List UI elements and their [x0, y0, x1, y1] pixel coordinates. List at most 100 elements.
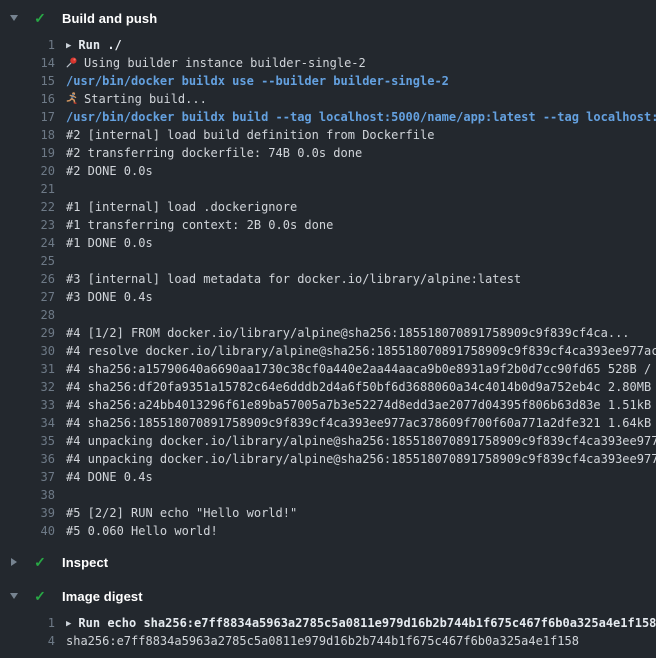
- line-text: #2 DONE 0.0s: [66, 164, 153, 178]
- log-line: 20 #2 DONE 0.0s: [0, 162, 656, 180]
- line-number[interactable]: 31: [0, 360, 55, 378]
- line-text: Run ./: [78, 38, 121, 52]
- line-number[interactable]: 23: [0, 216, 55, 234]
- line-text: Using builder instance builder-single-2: [84, 56, 366, 70]
- line-text-container: #4 sha256:185518070891758909c9f839cf4ca3…: [66, 414, 656, 432]
- log-line: 27 #3 DONE 0.4s: [0, 288, 656, 306]
- line-number[interactable]: 18: [0, 126, 55, 144]
- line-text: #3 [internal] load metadata for docker.i…: [66, 272, 521, 286]
- play-icon[interactable]: ▶: [66, 37, 71, 54]
- line-text: #4 DONE 0.4s: [66, 470, 153, 484]
- line-text: #4 sha256:185518070891758909c9f839cf4ca3…: [66, 416, 656, 430]
- line-number[interactable]: 37: [0, 468, 55, 486]
- line-number[interactable]: 28: [0, 306, 55, 324]
- line-number[interactable]: 20: [0, 162, 55, 180]
- line-text-container: /usr/bin/docker buildx build --tag local…: [66, 108, 656, 126]
- log-line: 1 ▶Run echo sha256:e7ff8834a5963a2785c5a0…: [0, 614, 656, 632]
- line-number[interactable]: 4: [0, 632, 55, 650]
- log-line: 22 #1 [internal] load .dockerignore: [0, 198, 656, 216]
- log-lines-image-digest: 1 ▶Run echo sha256:e7ff8834a5963a2785c5a0…: [0, 614, 656, 650]
- line-number[interactable]: 22: [0, 198, 55, 216]
- line-text-container: #4 [1/2] FROM docker.io/library/alpine@s…: [66, 324, 656, 342]
- line-text-container: /usr/bin/docker buildx use --builder bui…: [66, 72, 656, 90]
- line-number[interactable]: 19: [0, 144, 55, 162]
- log-line: 28: [0, 306, 656, 324]
- log-line: 19 #2 transferring dockerfile: 74B 0.0s d…: [0, 144, 656, 162]
- line-number[interactable]: 34: [0, 414, 55, 432]
- pushpin-icon: [66, 56, 78, 68]
- chevron-down-icon[interactable]: [8, 15, 20, 21]
- check-icon: ✓: [32, 10, 48, 26]
- line-text-container: #3 DONE 0.4s: [66, 288, 656, 306]
- line-text-container[interactable]: ▶ Run ./: [66, 36, 656, 54]
- line-number[interactable]: 38: [0, 486, 55, 504]
- line-text: #4 sha256:a24bb4013296f61e89ba57005a7b3e…: [66, 398, 656, 412]
- line-text-container: #5 0.060 Hello world!: [66, 522, 656, 540]
- line-number[interactable]: 35: [0, 432, 55, 450]
- line-number[interactable]: 27: [0, 288, 55, 306]
- section-title: Inspect: [62, 555, 108, 570]
- section-title: Build and push: [62, 11, 157, 26]
- line-text-container: #4 resolve docker.io/library/alpine@sha2…: [66, 342, 656, 360]
- log-line: 26 #3 [internal] load metadata for docker…: [0, 270, 656, 288]
- chevron-down-icon: [10, 593, 18, 599]
- line-number[interactable]: 1: [0, 614, 55, 632]
- line-number[interactable]: 15: [0, 72, 55, 90]
- chevron-down-icon: [10, 15, 18, 21]
- chevron-right-icon[interactable]: [8, 558, 20, 566]
- chevron-down-icon[interactable]: [8, 593, 20, 599]
- line-text: sha256:e7ff8834a5963a2785c5a0811e979d16b…: [66, 634, 579, 648]
- play-icon[interactable]: ▶: [66, 615, 71, 632]
- line-text-container: Using builder instance builder-single-2: [66, 54, 656, 72]
- line-text: #4 sha256:a15790640a6690aa1730c38cf0a440…: [66, 362, 656, 376]
- log-line: 18 #2 [internal] load build definition fr…: [0, 126, 656, 144]
- line-text: #4 unpacking docker.io/library/alpine@sh…: [66, 434, 656, 448]
- workflow-log: ✓Build and push1▶Run ./14Using builder i…: [0, 0, 656, 650]
- line-number[interactable]: 29: [0, 324, 55, 342]
- section-header-inspect[interactable]: ✓Inspect: [0, 550, 656, 574]
- log-line: 36 #4 unpacking docker.io/library/alpine@…: [0, 450, 656, 468]
- log-line: 1 ▶ Run ./: [0, 36, 656, 54]
- log-line: 4 sha256:e7ff8834a5963a2785c5a0811e979d16…: [0, 632, 656, 650]
- line-number[interactable]: 1: [0, 36, 55, 54]
- line-text-container: #2 transferring dockerfile: 74B 0.0s don…: [66, 144, 656, 162]
- line-text-container: #1 transferring context: 2B 0.0s done: [66, 216, 656, 234]
- line-number[interactable]: 21: [0, 180, 55, 198]
- log-line: 14 Using builder instance builder-single-…: [0, 54, 656, 72]
- log-line: 39#5 [2/2] RUN echo "Hello world!": [0, 504, 656, 522]
- line-number[interactable]: 30: [0, 342, 55, 360]
- line-number[interactable]: 39: [0, 504, 55, 522]
- line-text: #1 [internal] load .dockerignore: [66, 200, 297, 214]
- line-number[interactable]: 33: [0, 396, 55, 414]
- line-text-container: #1 DONE 0.0s: [66, 234, 656, 252]
- line-text: #1 DONE 0.0s: [66, 236, 153, 250]
- log-line: 25: [0, 252, 656, 270]
- log-line: 29 #4 [1/2] FROM docker.io/library/alpine…: [0, 324, 656, 342]
- log-line: 24 #1 DONE 0.0s: [0, 234, 656, 252]
- line-text-container: #4 sha256:df20fa9351a15782c64e6dddb2d4a6…: [66, 378, 656, 396]
- runner-icon: [66, 92, 78, 104]
- line-number[interactable]: 25: [0, 252, 55, 270]
- check-icon: ✓: [32, 588, 48, 604]
- line-text-container: #2 DONE 0.0s: [66, 162, 656, 180]
- line-number[interactable]: 32: [0, 378, 55, 396]
- line-text: #2 [internal] load build definition from…: [66, 128, 434, 142]
- line-text-container: #4 unpacking docker.io/library/alpine@sh…: [66, 432, 656, 450]
- log-line: 15/usr/bin/docker buildx use --builder b…: [0, 72, 656, 90]
- line-number[interactable]: 14: [0, 54, 55, 72]
- section-header-build-and-push[interactable]: ✓ Build and push: [0, 6, 656, 30]
- log-line: 16Starting build...: [0, 90, 656, 108]
- line-number[interactable]: 36: [0, 450, 55, 468]
- line-text-container[interactable]: ▶Run echo sha256:e7ff8834a5963a2785c5a08…: [66, 614, 656, 632]
- line-number[interactable]: 24: [0, 234, 55, 252]
- line-text-container: #4 sha256:a24bb4013296f61e89ba57005a7b3e…: [66, 396, 656, 414]
- line-text: /usr/bin/docker buildx build --tag local…: [66, 110, 656, 124]
- line-text-container: #4 unpacking docker.io/library/alpine@sh…: [66, 450, 656, 468]
- line-number[interactable]: 16: [0, 90, 55, 108]
- line-text-container: sha256:e7ff8834a5963a2785c5a0811e979d16b…: [66, 632, 656, 650]
- log-line: 37 #4 DONE 0.4s: [0, 468, 656, 486]
- section-header-image-digest[interactable]: ✓Image digest: [0, 584, 656, 608]
- line-number[interactable]: 17: [0, 108, 55, 126]
- line-number[interactable]: 26: [0, 270, 55, 288]
- line-number[interactable]: 40: [0, 522, 55, 540]
